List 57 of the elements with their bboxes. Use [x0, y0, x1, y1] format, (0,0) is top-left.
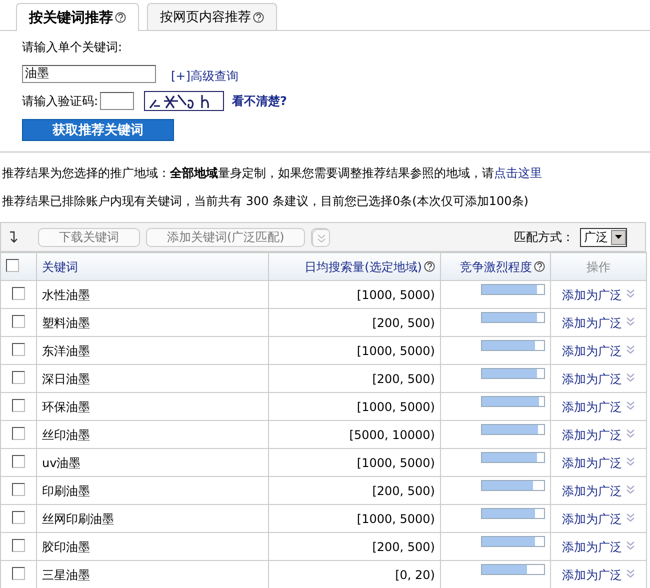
keyword-cell: 印刷油墨	[42, 484, 90, 498]
row-checkbox[interactable]	[12, 426, 25, 440]
column-header: 操作	[586, 260, 610, 274]
keyword-cell: 胶印油墨	[42, 540, 90, 554]
column-header: 日均搜索量(选定地域)	[304, 260, 422, 274]
row-checkbox[interactable]	[12, 370, 25, 384]
captcha-label: 请输入验证码:	[22, 92, 98, 110]
advanced-search-link[interactable]: [+]高级查询	[171, 68, 238, 85]
get-keywords-button[interactable]: 获取推荐关键词	[22, 119, 174, 141]
help-icon[interactable]	[534, 260, 545, 272]
refresh-captcha-link[interactable]: 看不清楚?	[232, 92, 288, 110]
sort-arrow-icon[interactable]	[9, 231, 18, 243]
row-checkbox[interactable]	[12, 342, 25, 356]
row-checkbox[interactable]	[12, 286, 25, 300]
column-header: 关键词	[42, 260, 78, 274]
info-text: 推荐结果为您选择的推广地域：全部地域量身定制，如果您需要调整推荐结果参照的地域，请点击这里	[2, 166, 543, 180]
row-checkbox[interactable]	[12, 314, 25, 328]
tab[interactable]: 按关键词推荐	[16, 3, 139, 31]
search-volume-cell: [5000, 10000)	[349, 428, 435, 442]
keyword-cell: uv油墨	[42, 456, 81, 470]
row-checkbox[interactable]	[12, 566, 25, 580]
search-volume-cell: [1000, 5000)	[356, 288, 435, 302]
select-all-checkbox[interactable]	[6, 258, 19, 272]
region-link[interactable]: 点击这里	[494, 166, 542, 180]
search-volume-cell: [1000, 5000)	[356, 400, 435, 414]
search-volume-cell: [200, 500)	[372, 316, 435, 330]
search-volume-cell: [1000, 5000)	[356, 512, 435, 526]
keyword-field[interactable]: 油墨	[22, 64, 156, 82]
row-checkbox[interactable]	[12, 538, 25, 552]
search-volume-cell: [200, 500)	[372, 372, 435, 386]
keyword-cell: 丝印油墨	[42, 428, 90, 442]
keyword-cell: 环保油墨	[42, 400, 90, 414]
row-checkbox[interactable]	[12, 510, 25, 524]
search-volume-cell: [200, 500)	[372, 484, 435, 498]
search-volume-cell: [0, 20)	[395, 568, 435, 582]
column-header: 竞争激烈程度	[460, 260, 532, 274]
keyword-cell: 丝网印刷油墨	[42, 512, 114, 526]
search-volume-cell: [1000, 5000)	[356, 456, 435, 470]
help-icon[interactable]	[424, 260, 435, 272]
tab[interactable]: 按网页内容推荐	[147, 3, 277, 30]
search-volume-cell: [1000, 5000)	[356, 344, 435, 358]
keyword-cell: 水性油墨	[42, 288, 90, 302]
help-icon[interactable]	[253, 12, 264, 22]
search-volume-cell: [200, 500)	[372, 540, 435, 554]
keyword-cell: 塑料油墨	[42, 316, 90, 330]
keyword-cell: 三星油墨	[42, 568, 90, 582]
keyword-cell: 深日油墨	[42, 372, 90, 386]
row-checkbox[interactable]	[12, 482, 25, 496]
match-dropdown[interactable]: 广泛	[580, 228, 627, 246]
help-icon[interactable]	[115, 12, 126, 23]
keyword-label: 请输入单个关键词:	[22, 39, 122, 56]
captcha-field[interactable]	[100, 92, 134, 110]
keyword-cell: 东洋油墨	[42, 344, 90, 358]
match-label: 匹配方式：	[514, 228, 574, 246]
row-checkbox[interactable]	[12, 398, 25, 412]
info-text: 推荐结果已排除账户内现有关键词，当前共有 300 条建议，目前您已选择0条(本次仅可添加100条)	[2, 194, 530, 208]
row-checkbox[interactable]	[12, 454, 25, 468]
